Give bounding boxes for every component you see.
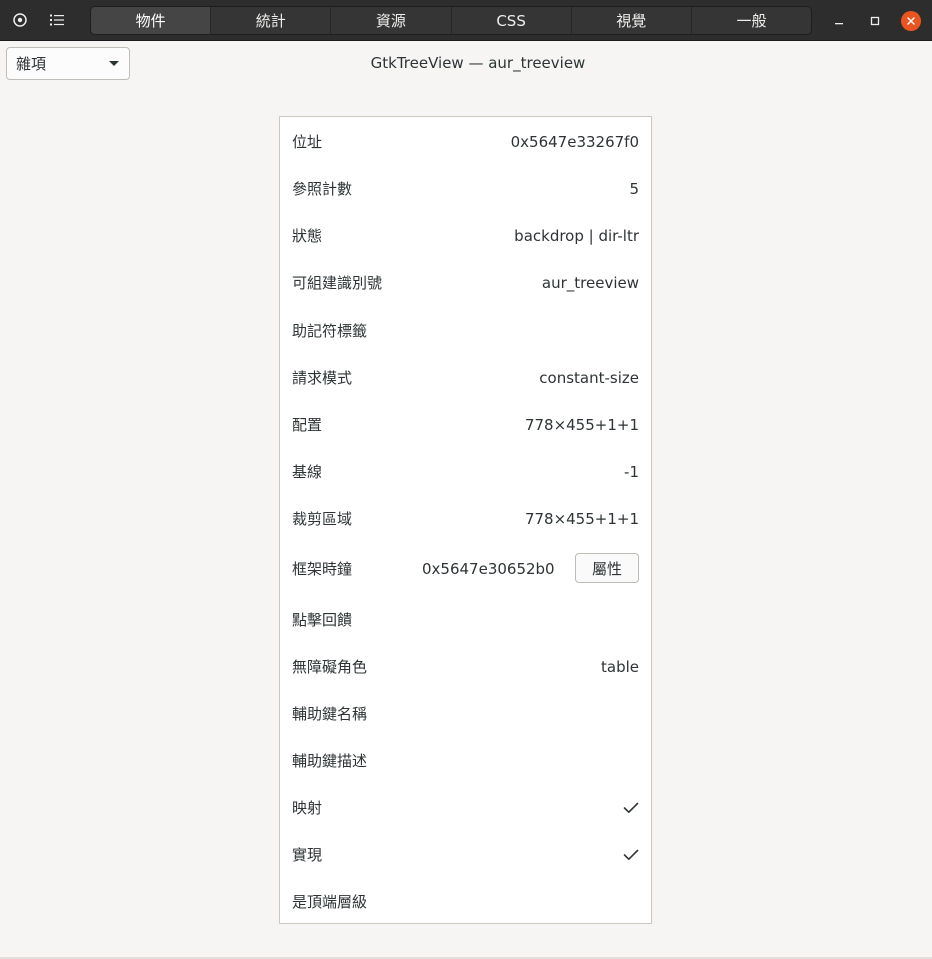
prop-label: 無障礙角色 — [292, 658, 368, 676]
prop-row-address: 位址 0x5647e33267f0 — [292, 118, 639, 165]
prop-row-request-mode: 請求模式 constant-size — [292, 354, 639, 401]
prop-row-clip-area: 裁剪區域 778×455+1+1 — [292, 495, 639, 542]
prop-value: 5 — [629, 179, 639, 198]
prop-value: backdrop | dir-ltr — [514, 226, 639, 245]
prop-value: constant-size — [539, 368, 639, 387]
prop-label: 框架時鐘 — [292, 560, 353, 578]
crosshair-icon — [13, 13, 27, 27]
tab-objects[interactable]: 物件 — [91, 7, 212, 34]
prop-label: 輔助鍵描述 — [292, 752, 368, 770]
prop-row-state: 狀態 backdrop | dir-ltr — [292, 212, 639, 259]
prop-value: 0x5647e30652b0 — [422, 559, 555, 578]
prop-value: aur_treeview — [541, 273, 639, 292]
prop-label: 配置 — [292, 416, 323, 434]
prop-label: 是頂端層級 — [292, 893, 368, 911]
checkmark-icon — [623, 849, 639, 861]
prop-row-refcount: 參照計數 5 — [292, 165, 639, 212]
prop-label: 裁剪區域 — [292, 510, 353, 528]
prop-label: 基線 — [292, 463, 323, 481]
prop-row-accessible-description: 輔助鍵描述 — [292, 737, 639, 784]
tab-general[interactable]: 一般 — [692, 7, 811, 34]
prop-label: 可組建識別號 — [292, 274, 383, 292]
prop-label: 請求模式 — [292, 369, 353, 387]
tab-css[interactable]: CSS — [452, 7, 572, 34]
prop-value: 778×455+1+1 — [524, 509, 639, 528]
prop-label: 映射 — [292, 799, 323, 817]
prop-row-allocation: 配置 778×455+1+1 — [292, 401, 639, 448]
minimize-button[interactable] — [828, 10, 850, 32]
prop-label: 參照計數 — [292, 180, 353, 198]
prop-value: -1 — [624, 462, 639, 481]
maximize-button[interactable] — [864, 10, 886, 32]
prop-row-accessible-name: 輔助鍵名稱 — [292, 690, 639, 737]
prop-row-realized: 實現 — [292, 831, 639, 878]
prop-value: 778×455+1+1 — [524, 415, 639, 434]
prop-label: 實現 — [292, 846, 323, 864]
list-icon — [50, 14, 64, 26]
checkmark-icon — [623, 802, 639, 814]
prop-row-baseline: 基線 -1 — [292, 448, 639, 495]
prop-row-is-toplevel: 是頂端層級 — [292, 878, 639, 925]
prop-value: table — [601, 657, 639, 676]
show-objects-button[interactable] — [42, 6, 72, 34]
prop-label: 助記符標籤 — [292, 322, 368, 340]
prop-row-mapped: 映射 — [292, 784, 639, 831]
misc-properties-list: 位址 0x5647e33267f0 參照計數 5 狀態 backdrop | d… — [279, 116, 652, 924]
header-bar: 物件 統計 資源 CSS 視覺 一般 — [0, 0, 932, 41]
tab-resources[interactable]: 資源 — [331, 7, 452, 34]
tab-statistics[interactable]: 統計 — [211, 7, 332, 34]
minimize-icon — [835, 23, 843, 25]
frame-clock-properties-button[interactable]: 屬性 — [575, 553, 639, 583]
close-icon — [907, 17, 915, 25]
tab-visual[interactable]: 視覺 — [572, 7, 692, 34]
prop-label: 輔助鍵名稱 — [292, 705, 368, 723]
stack-switcher: 物件 統計 資源 CSS 視覺 一般 — [90, 6, 812, 35]
prop-label: 狀態 — [292, 227, 323, 245]
prop-row-tick-callback: 點擊回饋 — [292, 596, 639, 643]
select-object-button[interactable] — [5, 6, 35, 34]
object-title: GtkTreeView — aur_treeview — [370, 54, 586, 72]
close-button[interactable] — [901, 11, 921, 31]
prop-value: 0x5647e33267f0 — [510, 132, 639, 151]
prop-row-accessible-role: 無障礙角色 table — [292, 643, 639, 690]
prop-label: 位址 — [292, 133, 323, 151]
prop-label: 點擊回饋 — [292, 611, 353, 629]
maximize-icon — [870, 16, 880, 26]
prop-row-buildable-id: 可組建識別號 aur_treeview — [292, 259, 639, 306]
prop-row-mnemonic-labels: 助記符標籤 — [292, 307, 639, 354]
